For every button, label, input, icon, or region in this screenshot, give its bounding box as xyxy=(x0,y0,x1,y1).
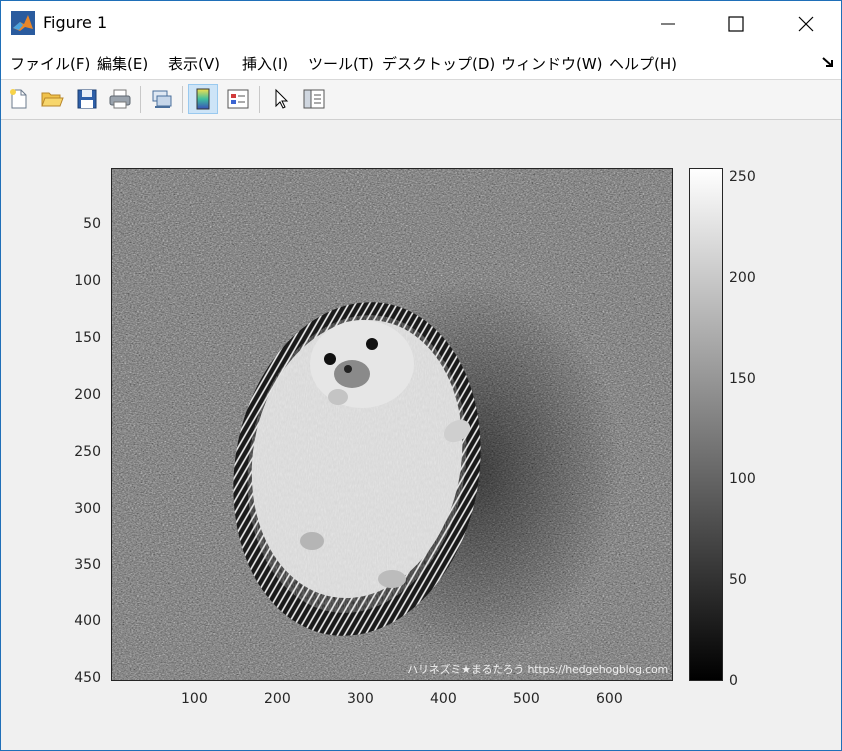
insert-colorbar-button[interactable] xyxy=(188,84,218,114)
x-tick-label: 200 xyxy=(264,691,291,707)
colorbar-tick-label: 250 xyxy=(729,169,756,185)
colorbar[interactable] xyxy=(689,168,723,681)
x-tick-label: 400 xyxy=(430,691,457,707)
print-icon xyxy=(109,89,131,109)
colorbar-tick-label: 200 xyxy=(729,270,756,286)
save-icon xyxy=(77,89,97,109)
menu-tools[interactable]: ツール(T) xyxy=(308,53,374,74)
edit-plot-cursor-icon xyxy=(275,88,289,109)
x-tick-label: 600 xyxy=(596,691,623,707)
y-tick-label: 350 xyxy=(74,557,101,573)
colorbar-tick-label: 150 xyxy=(729,371,756,387)
menu-desktop[interactable]: デスクトップ(D) xyxy=(382,53,495,74)
close-icon xyxy=(798,16,814,32)
new-figure-icon xyxy=(10,89,27,109)
menu-bar: ファイル(F) 編集(E) 表示(V) 挿入(I) ツール(T) デスクトップ(… xyxy=(1,47,841,80)
print-button[interactable] xyxy=(105,84,135,114)
colorbar-tick-label: 100 xyxy=(729,471,756,487)
colorbar-tick-label: 50 xyxy=(729,572,747,588)
image-watermark: ハリネズミ★まるたろう https://hedgehogblog.com xyxy=(407,663,668,676)
open-button[interactable] xyxy=(37,84,67,114)
toolbar-separator xyxy=(259,86,260,113)
minimize-button[interactable] xyxy=(645,1,691,47)
minimize-icon xyxy=(661,23,675,25)
new-figure-button[interactable] xyxy=(4,84,34,114)
y-tick-label: 100 xyxy=(74,273,101,289)
link-plot-icon xyxy=(152,90,172,108)
menu-file[interactable]: ファイル(F) xyxy=(10,53,90,74)
image-axes[interactable]: ハリネズミ★まるたろう https://hedgehogblog.com xyxy=(111,168,673,681)
dock-arrow-icon[interactable] xyxy=(821,55,835,69)
close-button[interactable] xyxy=(783,1,829,47)
property-inspector-button[interactable] xyxy=(299,84,329,114)
y-tick-label: 400 xyxy=(74,613,101,629)
open-folder-icon xyxy=(41,92,64,107)
link-plot-button[interactable] xyxy=(147,84,177,114)
x-tick-label: 300 xyxy=(347,691,374,707)
insert-colorbar-icon xyxy=(196,88,210,110)
save-button[interactable] xyxy=(72,84,102,114)
menu-insert[interactable]: 挿入(I) xyxy=(242,53,288,74)
hedgehog-grayscale-image xyxy=(112,169,672,680)
y-tick-label: 250 xyxy=(74,444,101,460)
maximize-button[interactable] xyxy=(713,1,759,47)
toolbar-separator xyxy=(182,86,183,113)
menu-view[interactable]: 表示(V) xyxy=(168,53,220,74)
title-bar[interactable]: Figure 1 xyxy=(1,1,841,47)
toolbar-separator xyxy=(140,86,141,113)
x-tick-label: 500 xyxy=(513,691,540,707)
menu-window[interactable]: ウィンドウ(W) xyxy=(501,53,603,74)
property-inspector-icon xyxy=(303,89,325,109)
maximize-icon xyxy=(728,16,744,32)
colorbar-tick-label: 0 xyxy=(729,673,738,689)
menu-help[interactable]: ヘルプ(H) xyxy=(609,53,677,74)
x-tick-label: 100 xyxy=(181,691,208,707)
figure-toolbar xyxy=(1,80,841,120)
y-tick-label: 300 xyxy=(74,501,101,517)
y-tick-label: 200 xyxy=(74,387,101,403)
y-tick-label: 450 xyxy=(74,670,101,686)
y-tick-label: 150 xyxy=(74,330,101,346)
insert-legend-icon xyxy=(227,89,249,109)
edit-plot-button[interactable] xyxy=(267,84,297,114)
y-tick-label: 50 xyxy=(83,216,101,232)
insert-legend-button[interactable] xyxy=(223,84,253,114)
matlab-logo-icon xyxy=(11,11,35,35)
window-title: Figure 1 xyxy=(43,13,108,32)
menu-edit[interactable]: 編集(E) xyxy=(97,53,148,74)
figure-window: Figure 1 ファイル(F) 編集(E) 表示(V) 挿入(I) ツール(T… xyxy=(0,0,842,751)
